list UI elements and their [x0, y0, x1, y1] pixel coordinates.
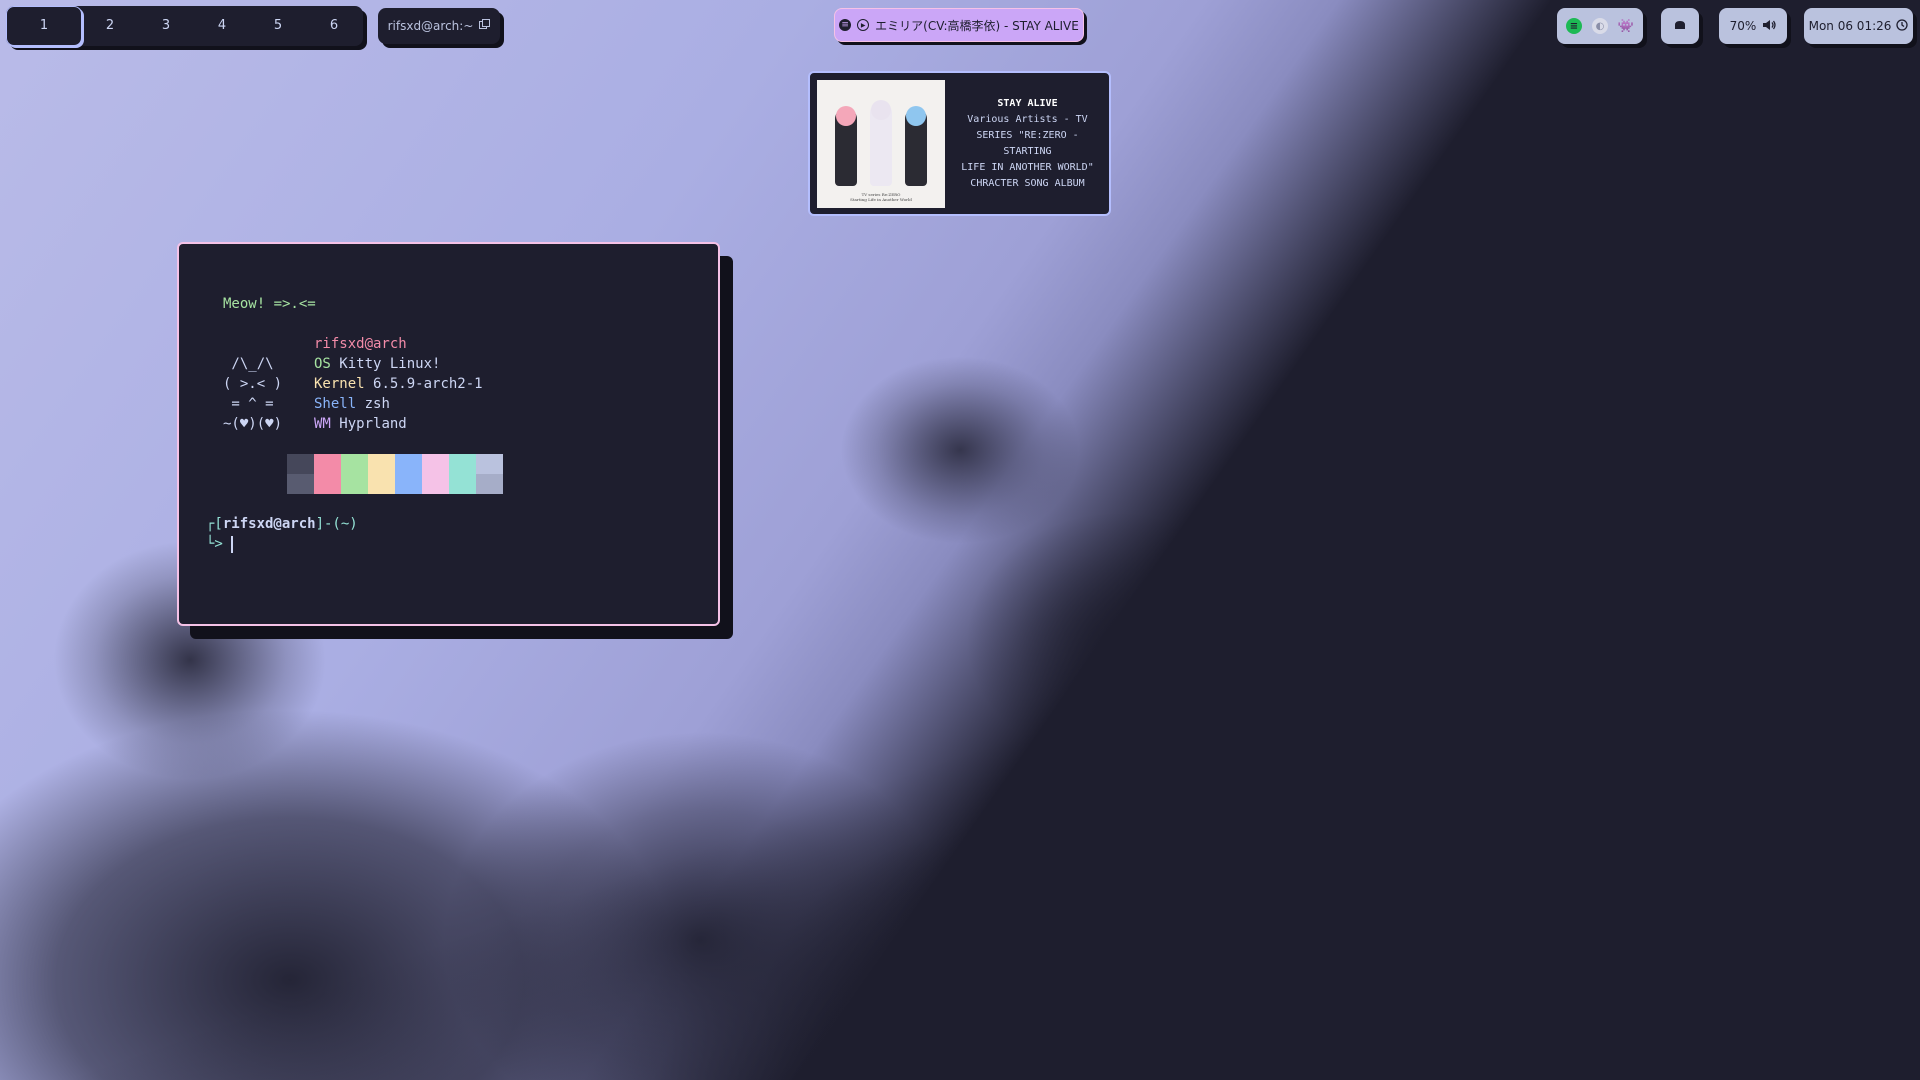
window-icon [479, 19, 491, 33]
workspace-button-3[interactable]: 3 [138, 6, 194, 46]
play-icon[interactable]: ▶ [857, 19, 870, 31]
volume-label: 70% [1729, 19, 1757, 33]
track-artist-line: LIFE IN ANOTHER WORLD" [961, 161, 1094, 173]
volume-control[interactable]: 70% [1719, 8, 1787, 44]
notification-button[interactable] [1661, 8, 1699, 44]
album-figure-center [870, 99, 892, 186]
window-title-label: rifsxd@arch:~ [387, 19, 474, 33]
info-wm: WM Hyprland [314, 414, 407, 434]
info-value: Hyprland [339, 416, 407, 432]
info-os: OS Kitty Linux! [314, 354, 440, 374]
info-kernel: Kernel 6.5.9-arch2-1 [314, 374, 483, 394]
info-value: Kitty Linux! [339, 356, 441, 372]
clock-icon [1896, 18, 1909, 34]
steam-icon[interactable]: ◐ [1592, 18, 1608, 34]
track-artist-line: Various Artists - TV [967, 113, 1088, 125]
speaker-icon [1762, 19, 1776, 34]
workspace-button-5[interactable]: 5 [250, 6, 306, 46]
album-figure-right [905, 105, 927, 186]
terminal-window[interactable]: Meow! =>.<= rifsxd@arch /\_/\ ( >.< ) = … [177, 242, 720, 626]
prompt-input-line[interactable]: └> [206, 534, 234, 554]
workspace-button-2[interactable]: 2 [82, 6, 138, 46]
workspace-button-1[interactable]: 1 [6, 6, 82, 46]
clock[interactable]: Mon 06 01:26 [1804, 8, 1913, 44]
prompt-dir: ]-(~) [315, 516, 358, 532]
now-playing-pill[interactable]: ≡ ▶ エミリア(CV:高橋李依) - STAY ALIVE [834, 8, 1084, 42]
text-cursor [231, 535, 234, 553]
prompt-user: rifsxd@arch [222, 516, 316, 532]
info-key: Shell [314, 396, 357, 412]
info-value: 6.5.9-arch2-1 [373, 376, 483, 392]
palette-swatch [395, 454, 422, 494]
album-art: TV series Re:ZERO Starting Life in Anoth… [817, 79, 945, 208]
prompt-line: ┌[rifsxd@arch]-(~) [206, 514, 358, 534]
notification-icon [1674, 18, 1686, 34]
palette-swatch [476, 454, 503, 494]
ascii-cat-line: /\_/\ [223, 356, 274, 372]
ascii-cat-line: ~(♥)(♥) [223, 416, 283, 432]
workspace-button-4[interactable]: 4 [194, 6, 250, 46]
palette-swatch [449, 454, 476, 494]
track-artist-line: CHRACTER SONG ALBUM [970, 177, 1085, 189]
info-key: OS [314, 356, 331, 372]
info-key: Kernel [314, 376, 365, 392]
workspace-button-6[interactable]: 6 [306, 6, 362, 46]
palette-swatch [368, 454, 395, 494]
palette-swatch [314, 454, 341, 494]
ascii-cat-line: = ^ = [223, 396, 274, 412]
track-artist-line: SERIES "RE:ZERO -STARTING [976, 129, 1079, 157]
album-caption: TV series Re:ZERO Starting Life in Anoth… [817, 192, 945, 202]
media-info: STAY ALIVE Various Artists - TV SERIES "… [953, 96, 1102, 192]
now-playing-label: エミリア(CV:高橋李依) - STAY ALIVE [875, 18, 1079, 33]
prompt-arrow: └> [206, 536, 223, 552]
prompt-bracket: ┌[ [206, 516, 223, 532]
clock-label: Mon 06 01:26 [1808, 19, 1892, 33]
album-figure-left [835, 105, 857, 186]
workspace-switcher: 1 2 3 4 5 6 [6, 6, 363, 46]
track-title: STAY ALIVE [997, 97, 1058, 109]
system-tray: ≡ ◐ 👾 [1557, 8, 1643, 44]
palette-swatch [287, 454, 314, 494]
active-window-title[interactable]: rifsxd@arch:~ [378, 8, 500, 44]
info-key: WM [314, 416, 331, 432]
album-caption-line-2: Starting Life in Another World [850, 196, 912, 202]
ascii-cat-line: ( >.< ) [223, 376, 283, 392]
user-host: rifsxd@arch [314, 336, 407, 352]
greeting-text: Meow! =>.<= [223, 296, 316, 312]
spotify-icon: ≡ [839, 19, 852, 31]
palette-swatch [422, 454, 449, 494]
media-notification-card[interactable]: TV series Re:ZERO Starting Life in Anoth… [808, 71, 1111, 216]
spotify-icon[interactable]: ≡ [1566, 18, 1582, 34]
info-shell: Shell zsh [314, 394, 390, 414]
discord-icon[interactable]: 👾 [1618, 18, 1634, 34]
info-value: zsh [364, 396, 390, 412]
palette-swatch [341, 454, 368, 494]
color-palette [287, 454, 503, 494]
